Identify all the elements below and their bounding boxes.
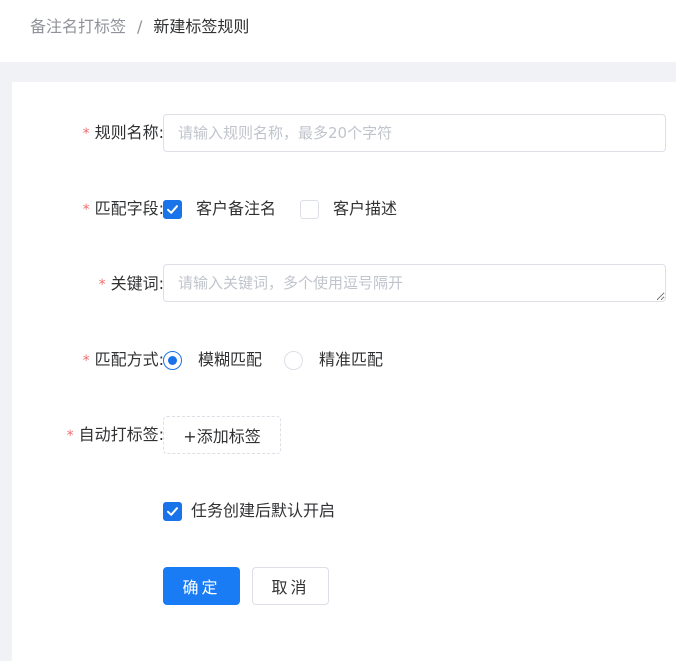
breadcrumb-current: 新建标签规则 — [153, 17, 250, 36]
keywords-label-text: 关键词: — [110, 274, 164, 293]
required-mark: * — [82, 202, 90, 218]
match-mode-label: * 匹配方式: — [83, 349, 164, 372]
radio-selected-icon[interactable] — [163, 350, 182, 370]
match-mode-label-text: 匹配方式: — [94, 350, 164, 369]
breadcrumb-separator: / — [137, 17, 143, 36]
page-header: 备注名打标签 / 新建标签规则 — [0, 0, 676, 62]
radio-fuzzy-match[interactable]: 模糊匹配 — [163, 349, 262, 371]
confirm-button[interactable]: 确定 — [163, 567, 240, 605]
required-mark: * — [82, 126, 90, 142]
add-tag-button[interactable]: +添加标签 — [163, 416, 281, 454]
breadcrumb: 备注名打标签 / 新建标签规则 — [30, 16, 249, 38]
rule-name-label: * 规则名称: — [83, 122, 164, 145]
radio-label: 精准匹配 — [319, 350, 384, 369]
form-card: *规则名称: *匹配字段: 客户备注名 客户描述 *关键词: *匹配方式: 模糊… — [12, 82, 676, 661]
checkbox-label: 任务创建后默认开启 — [191, 501, 336, 520]
radio-unselected-icon[interactable] — [284, 350, 303, 370]
checkbox-default-enable[interactable]: 任务创建后默认开启 — [163, 500, 335, 522]
rule-name-label-text: 规则名称: — [94, 123, 164, 142]
required-mark: * — [66, 428, 74, 444]
checkbox-checked-icon[interactable] — [163, 501, 182, 521]
checkbox-label: 客户备注名 — [196, 199, 277, 218]
checkbox-checked-icon[interactable] — [163, 199, 182, 219]
required-mark: * — [98, 277, 106, 293]
keywords-label: * 关键词: — [99, 273, 164, 296]
match-field-label: * 匹配字段: — [83, 198, 164, 221]
checkbox-label: 客户描述 — [333, 199, 398, 218]
checkbox-customer-description[interactable]: 客户描述 — [300, 198, 397, 220]
rule-name-input[interactable] — [163, 114, 666, 152]
required-mark: * — [82, 353, 90, 369]
checkbox-customer-remark[interactable]: 客户备注名 — [163, 198, 276, 220]
breadcrumb-parent-link[interactable]: 备注名打标签 — [30, 16, 126, 38]
match-field-label-text: 匹配字段: — [94, 199, 164, 218]
cancel-button[interactable]: 取消 — [252, 567, 329, 605]
radio-exact-match[interactable]: 精准匹配 — [284, 349, 383, 371]
auto-tag-label-text: 自动打标签: — [78, 425, 164, 444]
auto-tag-label: * 自动打标签: — [67, 424, 164, 447]
keywords-textarea[interactable] — [163, 264, 666, 302]
radio-label: 模糊匹配 — [198, 350, 263, 369]
checkbox-unchecked-icon[interactable] — [300, 199, 319, 219]
